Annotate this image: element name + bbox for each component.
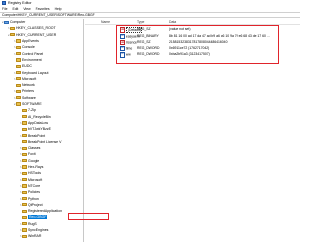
tree-item-label: SyncEngines — [27, 228, 49, 233]
folder-icon — [22, 234, 27, 238]
folder-icon — [22, 228, 27, 232]
tree-item-label: AI_RecycleBin — [27, 114, 51, 119]
folder-icon — [16, 102, 21, 106]
key-tree: v Computer > HKEY_CLASSES_ROOT v HKEY_CURRENT… — [0, 19, 84, 242]
folder-icon — [16, 64, 21, 68]
menu-view[interactable]: View — [23, 7, 30, 11]
folder-icon — [22, 146, 27, 150]
registry-editor-icon — [2, 1, 6, 5]
menu-edit[interactable]: Edit — [12, 7, 18, 11]
tree-item-label: Microsoft — [27, 177, 43, 182]
header-name[interactable]: Name — [101, 20, 110, 24]
tree-item-label: Network — [21, 83, 35, 88]
folder-icon — [22, 133, 27, 138]
folder-icon — [22, 159, 27, 163]
tree-item-label: Software — [21, 95, 36, 100]
tree-item-label: Console — [21, 45, 35, 50]
tree-item-label: Google — [27, 158, 40, 163]
tree-item-label: Classes — [27, 146, 41, 151]
tree-item-label: WinRAR — [27, 234, 42, 239]
tree-item-label: Policies — [27, 190, 41, 195]
folder-icon — [22, 178, 27, 182]
tree-item-label: AppDataLow — [27, 120, 49, 125]
folder-icon — [16, 45, 21, 49]
folder-icon — [22, 127, 27, 131]
tree-item-label: Hex-Rays — [27, 165, 44, 170]
address-path: Computer\HKEY_CURRENT_USER\SOFTWARE\Reo-… — [2, 13, 95, 17]
address-bar[interactable]: Computer\HKEY_CURRENT_USER\SOFTWARE\Reo-… — [0, 12, 300, 18]
tree-item-label: HKEY_CLASSES_ROOT — [15, 26, 56, 31]
tree-item-label: EUDC — [21, 64, 32, 69]
tree-item-label: BreakPoint — [27, 133, 46, 138]
folder-icon — [10, 33, 15, 37]
menu-help[interactable]: Help — [55, 7, 62, 11]
folder-icon — [22, 140, 27, 144]
folder-icon — [16, 96, 21, 100]
tree-item-label: RugS — [27, 221, 37, 226]
folder-icon — [10, 26, 15, 31]
tree-item-label: NTCore — [27, 183, 41, 188]
tree-item-label: Python — [27, 196, 39, 201]
tree-item-label: HKEY_CURRENT_USER — [15, 32, 57, 37]
folder-icon — [22, 171, 27, 175]
folder-icon — [22, 152, 27, 157]
tree-item-label: Printers — [21, 89, 35, 94]
folder-icon — [22, 203, 27, 207]
folder-icon — [22, 108, 27, 112]
tree-item-label: BreakPoint License V — [27, 139, 62, 144]
folder-icon — [16, 39, 21, 43]
folder-icon — [22, 165, 27, 169]
menu-file[interactable]: File — [2, 7, 7, 11]
tree-item-label: QtProject — [27, 202, 43, 207]
header-data[interactable]: Data — [169, 20, 176, 24]
folder-icon — [22, 190, 27, 194]
computer-icon — [4, 20, 9, 24]
folder-icon — [16, 58, 21, 62]
folder-icon — [22, 222, 27, 226]
folder-icon — [22, 196, 27, 201]
tree-item[interactable]: > WinRAR — [19, 233, 42, 239]
header-type[interactable]: Type — [137, 20, 144, 24]
tree-item-label: Microsoft — [21, 76, 37, 81]
folder-icon — [16, 77, 21, 81]
tree-item-label: Keyboard Layout — [21, 70, 49, 75]
folder-icon — [16, 70, 21, 75]
tree-item-label: 7-Zip — [27, 108, 36, 113]
tree-item-label: RegisteredApplication — [27, 209, 63, 214]
annotation-highlight-values — [116, 25, 279, 64]
tree-item-label: AppEvents — [21, 39, 39, 44]
tree-item-label: HSTools — [27, 171, 42, 176]
tree-item-label: SOFTWARE — [21, 102, 42, 107]
tree-item-label: Environment — [21, 57, 42, 62]
folder-icon — [22, 115, 27, 119]
menu-favorites[interactable]: Favorites — [36, 7, 50, 11]
folder-icon — [16, 89, 21, 94]
folder-icon — [22, 184, 27, 188]
folder-icon — [16, 83, 21, 87]
folder-icon — [22, 121, 27, 125]
tree-item-label: Foxit — [27, 152, 36, 157]
tree-item-label: Control Panel — [21, 51, 44, 56]
folder-icon — [22, 209, 27, 213]
tree-item-label: Reo-GBGF — [27, 215, 48, 220]
tree-item-label: bVTJwkYBzzE — [27, 127, 51, 132]
folder-icon — [16, 52, 21, 56]
folder-icon — [22, 215, 27, 220]
tree-item-label: Computer — [9, 20, 26, 25]
window-title: Registry Editor — [8, 1, 32, 5]
